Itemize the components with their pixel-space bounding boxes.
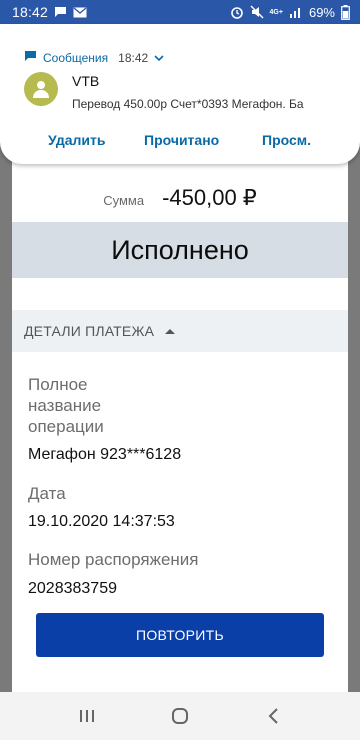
notification-sender: VTB — [72, 73, 100, 89]
date-label: Дата — [28, 484, 66, 503]
battery-icon — [341, 4, 350, 20]
delete-action[interactable]: Удалить — [48, 132, 105, 148]
mail-status-icon — [73, 7, 87, 18]
avatar — [24, 72, 58, 106]
mark-read-action[interactable]: Прочитано — [144, 132, 219, 148]
signal-icon — [289, 6, 303, 18]
mute-icon — [250, 5, 264, 19]
order-number-value: 2028383759 — [28, 580, 117, 597]
details-title: ДЕТАЛИ ПЛАТЕЖА — [24, 323, 155, 339]
operation-name-label: Полное название операции — [28, 375, 104, 436]
message-icon — [24, 50, 37, 65]
view-action[interactable]: Просм. — [262, 132, 311, 148]
amount-value: -450,00 ₽ — [162, 185, 257, 210]
person-icon — [33, 81, 49, 98]
back-icon[interactable] — [253, 696, 293, 736]
amount-label: Сумма — [103, 192, 145, 208]
date-value: 19.10.2020 14:37:53 — [28, 513, 175, 530]
notification-text: Перевод 450.00р Счет*0393 Мегафон. Ба — [72, 97, 304, 111]
network-4g-icon: 4G+ — [270, 9, 283, 16]
amount-row: Сумма -450,00 ₽ — [12, 172, 348, 224]
notification-time: 18:42 — [118, 50, 149, 65]
navigation-bar — [0, 692, 360, 740]
chevron-up-icon — [164, 322, 176, 340]
network-label: 4G+ — [269, 8, 283, 16]
recents-icon[interactable] — [67, 696, 107, 736]
payment-status: Исполнено — [111, 234, 249, 265]
status-time: 18:42 — [12, 4, 49, 20]
home-icon[interactable] — [160, 696, 200, 736]
operation-name-value: Мегафон 923***6128 — [28, 446, 182, 463]
alarm-icon — [230, 5, 244, 19]
message-status-icon — [54, 6, 67, 18]
details-toggle[interactable]: ДЕТАЛИ ПЛАТЕЖА — [12, 310, 348, 352]
repeat-button[interactable]: ПОВТОРИТЬ — [36, 613, 324, 657]
notification-header: Сообщения 18:42 — [24, 50, 164, 65]
chevron-down-icon[interactable] — [154, 51, 164, 65]
battery-percent: 69% — [308, 4, 335, 20]
payment-status-band: Исполнено — [12, 222, 348, 278]
notification-app-name: Сообщения — [43, 50, 109, 65]
notification-card[interactable]: Сообщения 18:42 VTB Перевод 450.00р Счет… — [0, 24, 360, 164]
status-bar: 18:42 4G+ 69% — [0, 0, 360, 24]
order-number-label: Номер распоряжения — [28, 550, 199, 569]
